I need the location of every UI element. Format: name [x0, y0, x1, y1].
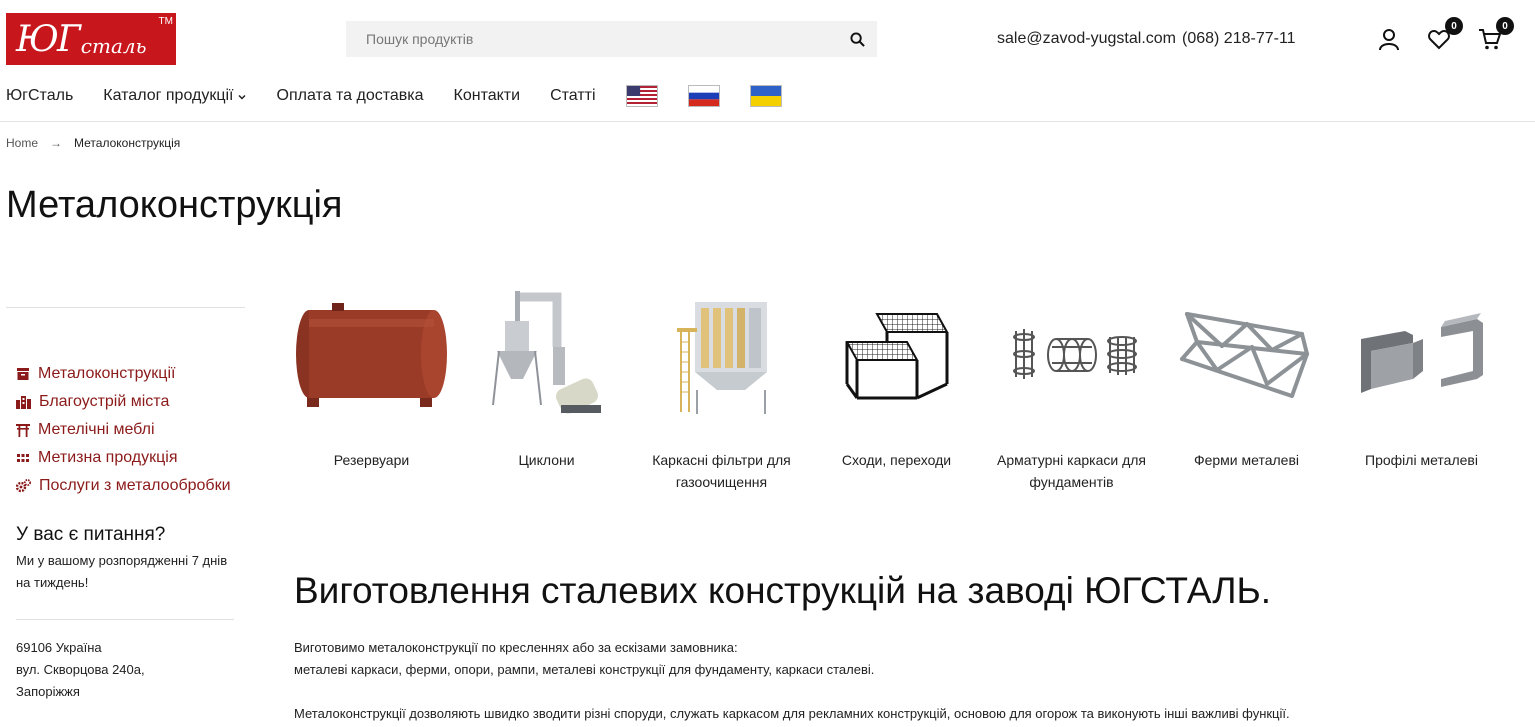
nav-item-articles[interactable]: Статті: [550, 87, 595, 105]
user-icon: [1379, 29, 1399, 51]
product-card-frame-filters[interactable]: Каркасні фільтри для газоочищення: [634, 284, 809, 493]
section-heading: Виготовлення сталевих конструкцій на зав…: [294, 570, 1272, 611]
breadcrumb: Home → Металоконструкція: [6, 136, 180, 150]
sidebar-item-metalworking[interactable]: Послуги з металообробки: [16, 472, 231, 500]
search-icon: [849, 31, 865, 47]
content-paragraph-2: Металоконструкції дозволяють швидко звод…: [294, 706, 1290, 721]
sidebar-item-furniture[interactable]: Метелічні меблі: [16, 416, 231, 444]
sidebar-item-label: Благоустрій міста: [39, 393, 170, 410]
nav-item-contacts[interactable]: Контакти: [454, 87, 521, 105]
product-card-stairs[interactable]: Сходи, переходи: [809, 284, 984, 471]
product-name: Профілі металеві: [1365, 452, 1478, 468]
header-divider: [0, 121, 1535, 122]
search-bar: [346, 21, 877, 57]
content-paragraph-1: Виготовимо металоконструкції по кресленн…: [294, 637, 874, 681]
search-input[interactable]: [346, 30, 837, 48]
product-image: [459, 284, 634, 424]
breadcrumb-current: Металоконструкція: [74, 136, 181, 150]
product-image: [1159, 284, 1334, 424]
main-nav: ЮгСталь Каталог продукції Оплата та дост…: [6, 84, 812, 108]
product-name: Резервуари: [333, 452, 410, 468]
nav-item-catalog-label: Каталог продукції: [103, 87, 234, 104]
wishlist-button[interactable]: 0: [1427, 17, 1463, 53]
cart-count-badge: 0: [1496, 17, 1514, 35]
product-image: [1334, 284, 1509, 424]
product-card-trusses[interactable]: Ферми металеві: [1159, 284, 1334, 471]
wishlist-count-badge: 0: [1445, 17, 1463, 35]
flag-ua-icon[interactable]: [749, 85, 782, 107]
logo-tm: TM: [158, 16, 173, 27]
account-button[interactable]: [1377, 27, 1403, 53]
logo-text-small: сталь: [80, 34, 147, 58]
sidebar-divider-top: [6, 307, 245, 308]
sidebar-item-label: Метелічні меблі: [38, 421, 155, 438]
paragraph-line: Виготовимо металоконструкції по кресленн…: [294, 640, 738, 655]
address: 69106 Україна вул. Скворцова 240а, Запор…: [16, 637, 145, 703]
sidebar-divider-bottom: [16, 619, 234, 620]
product-card-tanks[interactable]: Резервуари: [284, 284, 459, 471]
site-logo[interactable]: ЮГ сталь TM: [6, 13, 176, 65]
sidebar-item-city-improvement[interactable]: Благоустрій міста: [16, 388, 231, 416]
nav-item-payment-delivery[interactable]: Оплата та доставка: [277, 87, 424, 105]
breadcrumb-home[interactable]: Home: [6, 136, 38, 150]
logo-text-big: ЮГ: [16, 18, 81, 60]
nav-item-catalog[interactable]: Каталог продукції: [103, 87, 246, 105]
city-icon: [16, 396, 31, 409]
cart-button[interactable]: 0: [1478, 17, 1514, 53]
flag-ru-icon[interactable]: [687, 85, 720, 107]
sidebar-categories: Металоконструкції Благоустрій міста Мете…: [16, 360, 231, 500]
product-image: [284, 284, 459, 424]
product-card-cyclones[interactable]: Циклони: [459, 284, 634, 471]
product-image: [984, 284, 1159, 424]
chevron-down-icon: [237, 94, 246, 100]
search-button[interactable]: [837, 21, 877, 57]
flag-us-icon[interactable]: [625, 85, 658, 107]
product-name: Циклони: [518, 452, 575, 468]
phone-link[interactable]: (068) 218-77-11: [1182, 30, 1296, 48]
address-line: 69106 Україна: [16, 640, 102, 655]
address-line: вул. Скворцова 240а,: [16, 662, 145, 677]
sidebar-item-label: Металоконструкції: [38, 365, 176, 382]
question-text: Ми у вашому розпорядженні 7 днів на тижд…: [16, 553, 228, 590]
sidebar-item-label: Послуги з металообробки: [39, 477, 231, 494]
torii-icon: [16, 424, 30, 437]
product-name: Сходи, переходи: [841, 452, 952, 468]
nav-item-yugstal[interactable]: ЮгСталь: [6, 87, 73, 105]
product-image: [809, 284, 984, 424]
page-title: Металоконструкція: [6, 184, 343, 226]
address-line: Запоріжжя: [16, 684, 80, 699]
sidebar-item-label: Метизна продукція: [38, 449, 178, 466]
breadcrumb-arrow-icon: →: [50, 136, 63, 150]
question-title: У вас є питання?: [16, 524, 166, 545]
product-card-rebar-cages[interactable]: Арматурні каркаси для фундаментів: [984, 284, 1159, 493]
sidebar-item-hardware[interactable]: Метизна продукція: [16, 444, 231, 472]
archive-icon: [17, 368, 29, 380]
product-name: Ферми металеві: [1193, 452, 1300, 468]
product-name: Арматурні каркаси для фундаментів: [996, 452, 1146, 490]
email-link[interactable]: sale@zavod-yugstal.com: [997, 30, 1176, 48]
paragraph-line: металеві каркаси, ферми, опори, рампи, м…: [294, 662, 875, 677]
sidebar-item-metal-structures[interactable]: Металоконструкції: [16, 360, 231, 388]
product-name: Каркасні фільтри для газоочищення: [652, 452, 791, 490]
product-image: [634, 284, 809, 424]
grid-dots-icon: [17, 454, 29, 462]
gears-icon: [16, 479, 31, 493]
product-card-profiles[interactable]: Профілі металеві: [1334, 284, 1509, 471]
